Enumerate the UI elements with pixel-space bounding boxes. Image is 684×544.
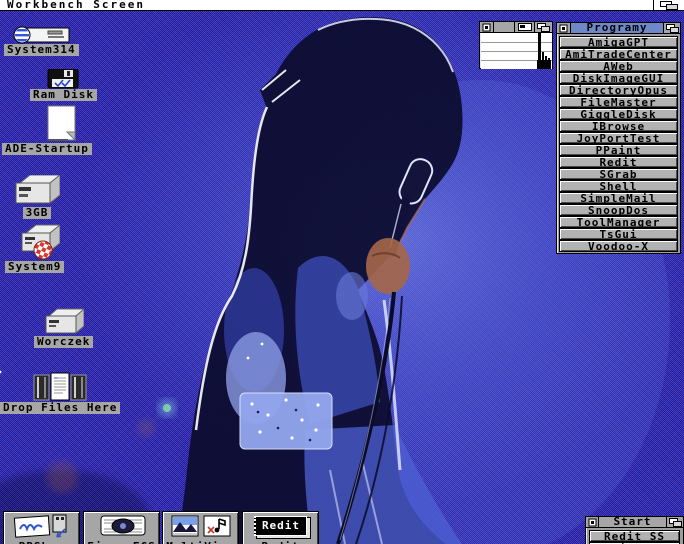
start-window-titlebar[interactable]: Start [586,517,683,528]
multiview-icon [170,512,232,540]
programy-item-giggledisk[interactable]: GiggleDisk [559,108,678,120]
programy-item-directoryopus[interactable]: DirectoryOpus [559,84,678,96]
screen-title: Workbench Screen [0,0,653,10]
desktop-icon-worczek[interactable]: Worczek [34,308,93,348]
hard-drive-icon [14,175,60,207]
meter-graph [481,33,552,69]
icon-label: Ram Disk [30,89,97,101]
start-item-redit-ss[interactable]: Redit SS [589,530,680,542]
monitor-window [479,21,553,69]
programy-window-title: Programy [571,23,663,33]
programy-item-simplemail[interactable]: SimpleMail [559,192,678,204]
programy-item-aweb[interactable]: AWeb [559,60,678,72]
programy-button-list: AmigaGPT AmiTradeCenter AWeb DiskImageGU… [557,34,680,254]
close-gadget-icon[interactable] [480,22,493,32]
programy-item-diskimagegui[interactable]: DiskImageGUI [559,72,678,84]
fjpeg-icon [92,512,152,540]
screen-depth-gadget-icon[interactable] [654,0,684,10]
desktop-icon-drop-files-here[interactable]: Drop Files Here [0,372,120,414]
programy-item-amigagpt[interactable]: AmigaGPT [559,36,678,48]
screen-titlebar[interactable]: Workbench Screen [0,0,684,11]
programy-item-voodoo-x[interactable]: Voodoo-X [559,240,678,252]
dock-item-multiview[interactable]: MultiView [162,511,239,544]
depth-gadget-icon[interactable] [535,22,552,32]
dock-item-fjpeg-ecs[interactable]: Fjpeg_ECS [83,511,160,544]
programy-item-amitradecenter[interactable]: AmiTradeCenter [559,48,678,60]
desktop-icon-system9[interactable]: System9 [5,223,64,273]
programy-item-filemaster[interactable]: FileMaster [559,96,678,108]
floppy-disk-icon [46,69,80,89]
programy-item-tsgui[interactable]: TsGui [559,228,678,240]
desktop-icon-ram-disk[interactable]: Ram Disk [30,69,97,101]
start-button-list: Redit SS Redit USer [586,528,683,544]
depth-gadget-icon[interactable] [667,517,683,527]
programy-item-snoopdos[interactable]: SnoopDos [559,204,678,216]
programy-item-redit[interactable]: Redit [559,156,678,168]
start-window-title: Start [599,517,666,527]
depth-gadget-icon[interactable] [664,23,680,33]
document-icon [17,105,77,143]
dock-item-ppshow[interactable]: PPShow [3,511,80,544]
hard-drive-boing-ball-icon [10,223,60,261]
cd-drive-icon [10,26,72,44]
desktop: System314 Ram Disk ADE-Startup [0,11,684,544]
programy-window: Programy AmigaGPT AmiTradeCenter AWeb Di… [556,22,681,254]
dock-label: MultiView [166,540,235,544]
icon-label: System314 [4,44,79,56]
monitor-window-title [494,22,514,32]
icon-label: Drop Files Here [0,402,120,414]
redit-icon-label: Redit [254,516,307,536]
programy-item-toolmanager[interactable]: ToolManager [559,216,678,228]
desktop-icon-system314[interactable]: System314 [4,26,79,56]
redit-icon: Redit [254,512,307,540]
icon-label: Worczek [34,336,93,348]
close-gadget-icon[interactable] [557,23,570,33]
desktop-icon-ade-startup[interactable]: ADE-Startup [2,105,92,155]
dock-label: Redit [261,540,299,544]
hard-drive-icon [44,308,84,336]
programy-item-shell[interactable]: Shell [559,180,678,192]
programy-item-ppaint[interactable]: PPaint [559,144,678,156]
programy-window-titlebar[interactable]: Programy [557,23,680,34]
programy-item-joyporttest[interactable]: JoyPortTest [559,132,678,144]
dock-item-redit[interactable]: Redit Redit [242,511,319,544]
icon-label: 3GB [23,207,52,219]
start-window: Start Redit SS Redit USer [585,516,684,544]
ppshow-icon [11,512,73,540]
zoom-gadget-icon[interactable] [515,22,534,32]
programy-item-ibrowse[interactable]: IBrowse [559,120,678,132]
monitor-window-titlebar[interactable] [480,22,552,33]
icon-label: System9 [5,261,64,273]
drop-zone-icon [33,372,87,402]
dock-label: Fjpeg_ECS [87,540,156,544]
dock-label: PPShow [19,540,65,544]
workbench-screen: System314 Ram Disk ADE-Startup [0,0,684,544]
close-gadget-icon[interactable] [586,517,598,527]
icon-label: ADE-Startup [2,143,92,155]
programy-item-sgrab[interactable]: SGrab [559,168,678,180]
desktop-icon-3gb[interactable]: 3GB [14,175,60,219]
